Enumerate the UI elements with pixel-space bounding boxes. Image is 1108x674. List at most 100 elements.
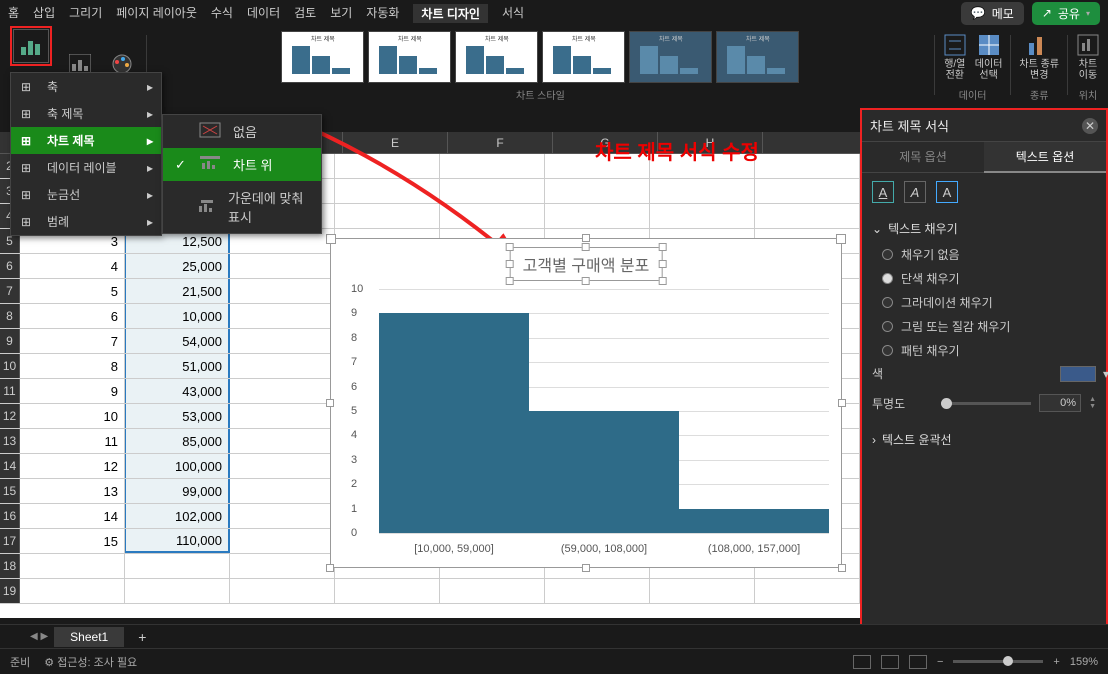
sheet-tab-1[interactable]: Sheet1 [54, 627, 124, 647]
cell[interactable] [125, 579, 230, 603]
menu-axes[interactable]: ⊞축▸ [11, 73, 161, 100]
cell[interactable] [440, 579, 545, 603]
cell[interactable] [230, 504, 335, 528]
cell[interactable] [440, 179, 545, 203]
comments-button[interactable]: 💬 메모 [961, 2, 1024, 25]
row-header[interactable]: 11 [0, 379, 20, 403]
stepper-down[interactable]: ▼ [1089, 403, 1096, 410]
cell[interactable]: 6 [20, 304, 125, 328]
row-header[interactable]: 16 [0, 504, 20, 528]
cell[interactable] [230, 279, 335, 303]
menu-legend[interactable]: ⊞범례▸ [11, 208, 161, 235]
cell[interactable]: 100,000 [125, 454, 230, 478]
tab-draw[interactable]: 그리기 [69, 4, 102, 23]
histogram-bar[interactable] [529, 411, 679, 533]
cell[interactable] [335, 179, 440, 203]
menu-chart-title[interactable]: ⊞차트 제목▸ [11, 127, 161, 154]
row-header[interactable]: 7 [0, 279, 20, 303]
cell[interactable] [335, 154, 440, 178]
chart-style-3[interactable]: 차트 제목 [455, 31, 538, 83]
accessibility-status[interactable]: ⚙ 접근성: 조사 필요 [44, 654, 137, 670]
cell[interactable] [440, 204, 545, 228]
cell[interactable]: 102,000 [125, 504, 230, 528]
cell[interactable] [755, 179, 860, 203]
cell[interactable] [230, 379, 335, 403]
row-header[interactable]: 13 [0, 429, 20, 453]
chart-style-5[interactable]: 차트 제목 [629, 31, 712, 83]
cell[interactable] [335, 579, 440, 603]
text-fill-outline-icon[interactable]: A [872, 181, 894, 203]
switch-row-column-button[interactable]: 행/열 전환 [941, 31, 969, 83]
histogram-bar[interactable] [379, 313, 529, 533]
radio-pattern-fill[interactable]: 패턴 채우기 [882, 342, 1096, 359]
chart-style-1[interactable]: 차트 제목 [281, 31, 364, 83]
cell[interactable] [545, 579, 650, 603]
menu-gridlines[interactable]: ⊞눈금선▸ [11, 181, 161, 208]
cell[interactable]: 54,000 [125, 329, 230, 353]
zoom-in-button[interactable]: + [1053, 656, 1059, 668]
cell[interactable] [230, 579, 335, 603]
tab-review[interactable]: 검토 [294, 4, 316, 23]
change-chart-type-button[interactable]: 차트 종류 변경 [1017, 31, 1061, 83]
col-header-f[interactable]: F [448, 132, 553, 153]
cell[interactable] [230, 304, 335, 328]
tab-view[interactable]: 보기 [330, 4, 352, 23]
cell[interactable] [230, 329, 335, 353]
cell[interactable] [650, 579, 755, 603]
row-header[interactable]: 15 [0, 479, 20, 503]
cell[interactable] [230, 354, 335, 378]
text-effects-icon[interactable]: A [904, 181, 926, 203]
cell[interactable]: 10,000 [125, 304, 230, 328]
zoom-level[interactable]: 159% [1070, 656, 1098, 668]
cell[interactable] [650, 179, 755, 203]
embedded-chart[interactable]: 고객별 구매액 분포 012345678910 [10,000, 59,000]… [330, 238, 842, 568]
cell[interactable] [230, 554, 335, 578]
submenu-above-chart[interactable]: ✓ 차트 위 [163, 148, 321, 181]
move-chart-button[interactable]: 차트 이동 [1074, 31, 1102, 83]
menu-data-labels[interactable]: ⊞데이터 레이블▸ [11, 154, 161, 181]
col-header-e[interactable]: E [343, 132, 448, 153]
opacity-slider[interactable] [941, 402, 1031, 405]
cell[interactable]: 15 [20, 529, 125, 553]
chart-style-2[interactable]: 차트 제목 [368, 31, 451, 83]
cell[interactable] [230, 404, 335, 428]
row-header[interactable]: 17 [0, 529, 20, 553]
tab-automate[interactable]: 자동화 [366, 4, 399, 23]
add-chart-element-button[interactable] [13, 29, 49, 63]
tab-data[interactable]: 데이터 [247, 4, 280, 23]
view-page-layout-button[interactable] [881, 655, 899, 669]
cell[interactable] [335, 204, 440, 228]
cell[interactable]: 43,000 [125, 379, 230, 403]
radio-no-fill[interactable]: 채우기 없음 [882, 246, 1096, 263]
row-header[interactable]: 8 [0, 304, 20, 328]
cell[interactable] [545, 179, 650, 203]
tab-insert[interactable]: 삽입 [33, 4, 55, 23]
tab-home[interactable]: 홈 [8, 4, 19, 23]
cell[interactable] [20, 579, 125, 603]
chart-style-4[interactable]: 차트 제목 [542, 31, 625, 83]
cell[interactable]: 51,000 [125, 354, 230, 378]
radio-solid-fill[interactable]: 단색 채우기 [882, 270, 1096, 287]
cell[interactable]: 99,000 [125, 479, 230, 503]
histogram-bar[interactable] [679, 509, 829, 533]
title-options-tab[interactable]: 제목 옵션 [862, 142, 984, 173]
cell[interactable]: 11 [20, 429, 125, 453]
view-normal-button[interactable] [853, 655, 871, 669]
cell[interactable]: 10 [20, 404, 125, 428]
text-fill-toggle[interactable]: ⌄텍스트 채우기 [872, 215, 1096, 242]
chart-style-6[interactable]: 차트 제목 [716, 31, 799, 83]
tab-page-layout[interactable]: 페이지 레이아웃 [116, 4, 197, 23]
tab-format[interactable]: 서식 [502, 4, 524, 23]
cell[interactable] [125, 554, 230, 578]
submenu-none[interactable]: 없음 [163, 115, 321, 148]
row-header[interactable]: 12 [0, 404, 20, 428]
cell[interactable] [545, 204, 650, 228]
stepper-up[interactable]: ▲ [1089, 396, 1096, 403]
row-header[interactable]: 18 [0, 554, 20, 578]
cell[interactable]: 9 [20, 379, 125, 403]
cell[interactable] [230, 529, 335, 553]
cell[interactable]: 53,000 [125, 404, 230, 428]
cell[interactable]: 85,000 [125, 429, 230, 453]
radio-picture-fill[interactable]: 그림 또는 질감 채우기 [882, 318, 1096, 335]
cell[interactable] [230, 254, 335, 278]
